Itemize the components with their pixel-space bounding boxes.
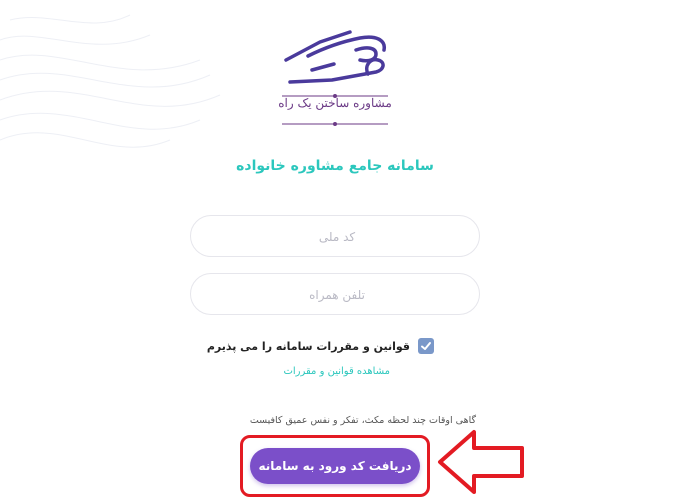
get-login-code-button[interactable]: دریافت کد ورود به سامانه xyxy=(250,448,420,484)
terms-label: قوانین و مقررات سامانه را می پذیرم xyxy=(206,339,410,353)
national-code-input[interactable] xyxy=(191,216,483,258)
terms-link[interactable]: مشاهده قوانین و مقررات xyxy=(250,366,390,377)
pointer-arrow-icon xyxy=(438,430,524,494)
checkmark-icon xyxy=(421,342,431,350)
submit-highlight-frame: دریافت کد ورود به سامانه xyxy=(240,435,430,497)
page-title: سامانه جامع مشاوره خانواده xyxy=(236,158,434,174)
terms-row: قوانین و مقررات سامانه را می پذیرم xyxy=(190,335,434,357)
national-code-field[interactable] xyxy=(190,215,483,258)
phone-input[interactable] xyxy=(191,274,483,316)
terms-checkbox[interactable] xyxy=(418,338,434,354)
quote-text: گاهی اوقات چند لحظه مکث، تفکر و نفس عمیق… xyxy=(249,415,476,426)
logo-caption: مشاوره ساختن یک راه xyxy=(278,96,392,110)
phone-field[interactable] xyxy=(190,273,483,316)
brand-logo xyxy=(282,30,388,126)
